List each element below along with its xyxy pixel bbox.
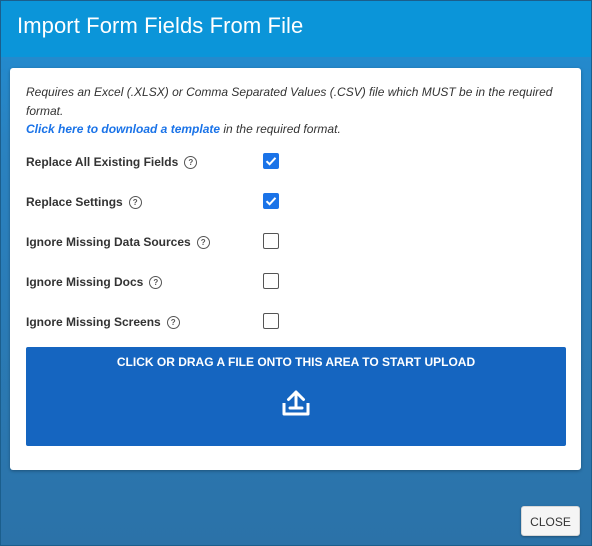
download-template-link[interactable]: Click here to download a template	[26, 122, 220, 136]
template-line: Click here to download a template in the…	[26, 120, 341, 139]
replace-settings-checkbox[interactable]	[263, 193, 279, 209]
option-ignore-missing-docs: Ignore Missing Docs?	[26, 273, 286, 293]
dialog-panel: Requires an Excel (.XLSX) or Comma Separ…	[10, 68, 581, 470]
help-icon[interactable]: ?	[184, 156, 198, 169]
dropzone-text: CLICK OR DRAG A FILE ONTO THIS AREA TO S…	[116, 355, 476, 369]
ignore-missing-data-sources-checkbox[interactable]	[263, 233, 279, 249]
help-icon[interactable]: ?	[166, 316, 180, 329]
requirements-text: Requires an Excel (.XLSX) or Comma Separ…	[26, 85, 553, 118]
ignore-missing-docs-checkbox[interactable]	[263, 273, 279, 289]
option-label: Ignore Missing Data Sources	[26, 235, 191, 249]
option-replace-settings: Replace Settings?	[26, 193, 286, 213]
option-ignore-missing-screens: Ignore Missing Screens?	[26, 313, 286, 333]
file-upload-dropzone[interactable]: CLICK OR DRAG A FILE ONTO THIS AREA TO S…	[26, 347, 566, 446]
help-icon[interactable]: ?	[128, 196, 142, 209]
upload-icon	[282, 390, 310, 416]
help-icon[interactable]: ?	[196, 236, 210, 249]
dialog-title: Import Form Fields From File	[17, 13, 304, 38]
checkmark-icon	[265, 157, 277, 166]
replace-all-existing-fields-checkbox[interactable]	[263, 153, 279, 169]
help-icon[interactable]: ?	[149, 276, 163, 289]
option-label: Ignore Missing Screens	[26, 315, 161, 329]
close-button[interactable]: CLOSE	[521, 506, 580, 536]
import-dialog: Import Form Fields From File Requires an…	[0, 0, 592, 546]
ignore-missing-screens-checkbox[interactable]	[263, 313, 279, 329]
option-replace-all-existing-fields: Replace All Existing Fields?	[26, 153, 286, 173]
checkmark-icon	[265, 197, 277, 206]
option-label: Ignore Missing Docs	[26, 275, 144, 289]
option-ignore-missing-data-sources: Ignore Missing Data Sources?	[26, 233, 286, 253]
option-label: Replace All Existing Fields	[26, 155, 179, 169]
template-line-suffix: in the required format.	[220, 122, 341, 136]
dialog-header: Import Form Fields From File	[1, 1, 591, 57]
option-label: Replace Settings	[26, 195, 123, 209]
